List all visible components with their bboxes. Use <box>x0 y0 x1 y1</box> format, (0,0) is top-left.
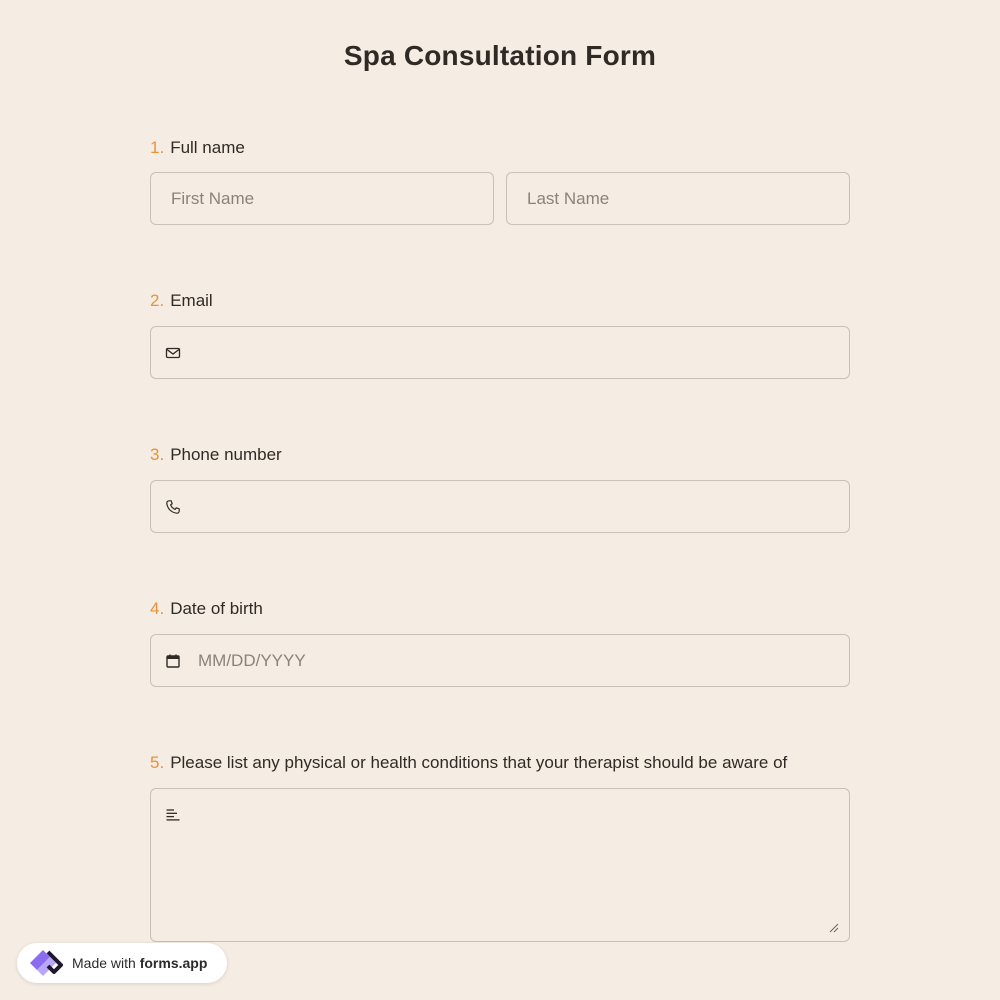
text-lines-icon <box>166 809 180 821</box>
question-phone: 3. Phone number <box>150 444 850 534</box>
forms-app-logo-icon <box>30 950 63 976</box>
page-title: Spa Consultation Form <box>343 40 657 71</box>
question-label: 2. Email <box>150 290 850 312</box>
question-date-of-birth: 4. Date of birth MM/DD/YYYY <box>150 598 850 688</box>
health-conditions-textarea[interactable] <box>150 788 850 942</box>
question-text: Email <box>170 291 213 310</box>
question-label: 1. Full name <box>150 137 850 159</box>
form-page: Spa Consultation Form 1. Full name First … <box>0 0 1000 1000</box>
question-number: 4. <box>150 599 165 618</box>
question-text: Date of birth <box>170 599 263 618</box>
resize-handle-icon[interactable] <box>829 923 839 933</box>
question-text: Please list any physical or health condi… <box>170 753 788 772</box>
date-of-birth-field[interactable]: MM/DD/YYYY <box>150 634 850 687</box>
first-name-field[interactable]: First Name <box>150 172 494 225</box>
question-label: 5. Please list any physical or health con… <box>150 752 850 774</box>
made-with-badge[interactable]: Made with forms.app <box>17 943 227 983</box>
made-with-label: Made with <box>72 955 136 971</box>
question-email: 2. Email <box>150 290 850 380</box>
question-number: 2. <box>150 291 165 310</box>
last-name-placeholder: Last Name <box>527 188 610 208</box>
question-label: 4. Date of birth <box>150 598 850 620</box>
phone-field[interactable] <box>150 480 850 533</box>
last-name-field[interactable]: Last Name <box>506 172 850 225</box>
first-name-placeholder: First Name <box>171 188 255 208</box>
date-placeholder: MM/DD/YYYY <box>198 650 306 670</box>
email-field[interactable] <box>150 326 850 379</box>
question-label: 3. Phone number <box>150 444 850 466</box>
question-text: Full name <box>170 138 245 157</box>
made-with-text: Made with forms.app <box>72 955 207 971</box>
envelope-icon <box>165 347 181 358</box>
calendar-icon <box>166 654 180 668</box>
question-number: 5. <box>150 753 165 772</box>
question-full-name: 1. Full name First Name Last Name <box>150 137 850 227</box>
phone-icon <box>166 499 180 514</box>
question-number: 1. <box>150 138 165 157</box>
question-number: 3. <box>150 445 165 464</box>
question-text: Phone number <box>170 445 282 464</box>
brand-name: forms.app <box>139 955 208 971</box>
question-health-conditions: 5. Please list any physical or health con… <box>150 752 850 944</box>
